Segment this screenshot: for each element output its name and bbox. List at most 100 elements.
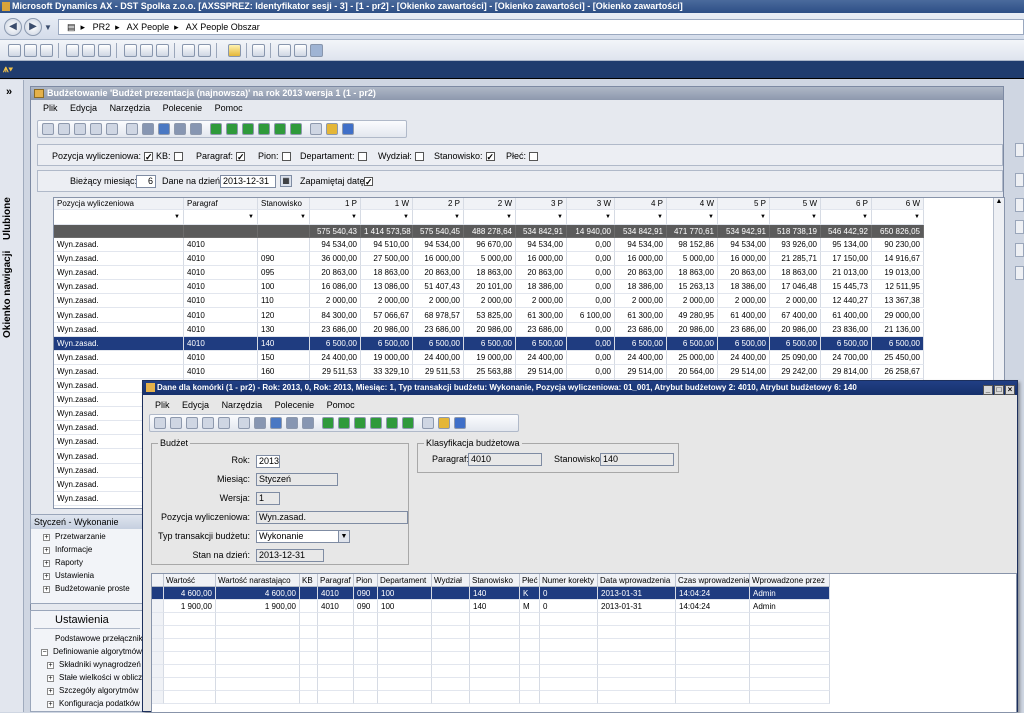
row-selector[interactable]: [152, 652, 164, 665]
expand-icon[interactable]: +: [47, 688, 54, 695]
table-cell[interactable]: 2 000,00: [310, 294, 361, 309]
export-icon[interactable]: [294, 44, 307, 57]
table-cell[interactable]: [164, 639, 216, 652]
filter-pozycja[interactable]: Pozycja wyliczeniowa: ✓: [52, 151, 154, 162]
help-icon[interactable]: [454, 417, 466, 429]
table-cell[interactable]: [520, 665, 540, 678]
table-cell[interactable]: [318, 626, 354, 639]
table-cell[interactable]: [300, 639, 318, 652]
column-header[interactable]: Departament: [378, 574, 432, 587]
table-cell[interactable]: [432, 613, 470, 626]
column-header[interactable]: 5 P: [718, 198, 770, 210]
table-cell[interactable]: [300, 678, 318, 691]
table-cell[interactable]: 18 386,00: [718, 280, 770, 295]
table-cell[interactable]: 25 450,00: [872, 350, 924, 365]
table-cell[interactable]: 15 445,73: [821, 280, 872, 295]
table-cell[interactable]: 1 900,00: [216, 600, 300, 613]
checkbox-checked-icon[interactable]: ✓: [485, 152, 495, 162]
table-cell[interactable]: 6 500,00: [413, 336, 464, 351]
table-cell[interactable]: 94 534,00: [310, 238, 361, 252]
nav-pane-label[interactable]: Okienko nawigacji: [2, 251, 13, 338]
table-cell[interactable]: [300, 626, 318, 639]
table-cell[interactable]: [318, 678, 354, 691]
table-cell[interactable]: [354, 678, 378, 691]
table-cell[interactable]: [540, 613, 598, 626]
miesiac-field[interactable]: Styczeń: [256, 473, 338, 486]
table-cell[interactable]: 29 511,53: [310, 364, 361, 379]
table-cell[interactable]: 19 000,00: [464, 350, 516, 365]
table-cell[interactable]: 61 400,00: [821, 308, 872, 323]
table-cell[interactable]: 51 407,43: [413, 280, 464, 295]
table-cell[interactable]: [164, 613, 216, 626]
menu-edycja[interactable]: Edycja: [70, 102, 97, 115]
column-header[interactable]: Wydział: [432, 574, 470, 587]
table-cell[interactable]: 29 514,00: [516, 364, 567, 379]
table-cell[interactable]: [164, 665, 216, 678]
tree-item-ustawienia[interactable]: + Ustawienia: [43, 570, 94, 581]
paragraf-field[interactable]: 4010: [468, 453, 542, 466]
table-cell[interactable]: 21 013,00: [821, 266, 872, 281]
column-header[interactable]: 1 P: [310, 198, 361, 210]
filter-advanced-icon[interactable]: [286, 417, 298, 429]
menu-pomoc[interactable]: Pomoc: [327, 399, 355, 411]
table-cell[interactable]: 0,00: [567, 364, 615, 379]
delete-icon[interactable]: [186, 417, 198, 429]
settings-item[interactable]: − Definiowanie algorytmów: [41, 646, 142, 657]
table-cell[interactable]: [432, 587, 470, 600]
filter-dropdown-icon[interactable]: ▼: [914, 210, 920, 224]
table-cell[interactable]: 61 400,00: [718, 308, 770, 323]
table-cell[interactable]: 0,00: [567, 336, 615, 351]
settings-item[interactable]: + Szczegóły algorytmów: [47, 685, 139, 696]
table-cell[interactable]: 20 986,00: [667, 322, 718, 337]
table-cell[interactable]: 140: [470, 587, 520, 600]
column-filter[interactable]: ▼: [258, 210, 310, 225]
side-button[interactable]: [1015, 243, 1024, 257]
table-cell[interactable]: [750, 639, 830, 652]
column-header[interactable]: Numer korekty: [540, 574, 598, 587]
table-cell[interactable]: 24 400,00: [615, 350, 667, 365]
column-header[interactable]: Stanowisko: [258, 198, 310, 210]
save-icon[interactable]: [58, 123, 70, 135]
menu-pomoc[interactable]: Pomoc: [215, 102, 243, 115]
prev-page-icon[interactable]: [226, 123, 238, 135]
refresh-icon[interactable]: [98, 44, 111, 57]
table-cell[interactable]: [432, 678, 470, 691]
table-cell[interactable]: 21 285,71: [770, 252, 821, 267]
print-icon[interactable]: [66, 44, 79, 57]
table-cell[interactable]: 26 258,67: [872, 364, 924, 379]
table-cell[interactable]: [540, 652, 598, 665]
table-cell[interactable]: [540, 626, 598, 639]
checkbox-icon[interactable]: [281, 152, 291, 162]
table-cell[interactable]: 12 440,27: [821, 294, 872, 309]
close-icon[interactable]: ×: [1005, 385, 1015, 395]
table-cell[interactable]: 4 600,00: [164, 587, 216, 600]
table-cell[interactable]: [378, 665, 432, 678]
table-cell[interactable]: Admin: [750, 600, 830, 613]
next-page-icon[interactable]: [274, 123, 286, 135]
table-cell[interactable]: 4010: [184, 322, 258, 337]
breadcrumb-pr2[interactable]: PR2: [93, 22, 111, 32]
table-cell[interactable]: 23 686,00: [310, 322, 361, 337]
table-cell[interactable]: Wyn.zasad.: [54, 322, 184, 337]
history-dropdown-icon[interactable]: ▼: [44, 23, 52, 32]
filter-dropdown-icon[interactable]: ▼: [506, 210, 512, 224]
filter-dropdown-icon[interactable]: ▼: [351, 210, 357, 224]
expand-icon[interactable]: +: [47, 701, 54, 708]
table-cell[interactable]: 19 000,00: [361, 350, 413, 365]
alert-icon[interactable]: [228, 44, 241, 57]
table-cell[interactable]: 61 300,00: [516, 308, 567, 323]
next-record-icon[interactable]: [258, 123, 270, 135]
filter-select-icon[interactable]: [158, 123, 170, 135]
table-cell[interactable]: 20 863,00: [615, 266, 667, 281]
calendar-icon[interactable]: ▦: [280, 175, 292, 187]
table-cell[interactable]: [470, 613, 520, 626]
column-header[interactable]: Czas wprowadzenia: [676, 574, 750, 587]
table-cell[interactable]: 2 000,00: [361, 294, 413, 309]
table-cell[interactable]: 2013-01-31: [598, 587, 676, 600]
table-cell[interactable]: [598, 665, 676, 678]
table-cell[interactable]: [378, 613, 432, 626]
table-cell[interactable]: K: [520, 587, 540, 600]
table-cell[interactable]: 4010: [184, 308, 258, 323]
table-cell[interactable]: 6 500,00: [667, 336, 718, 351]
row-selector[interactable]: [152, 613, 164, 626]
